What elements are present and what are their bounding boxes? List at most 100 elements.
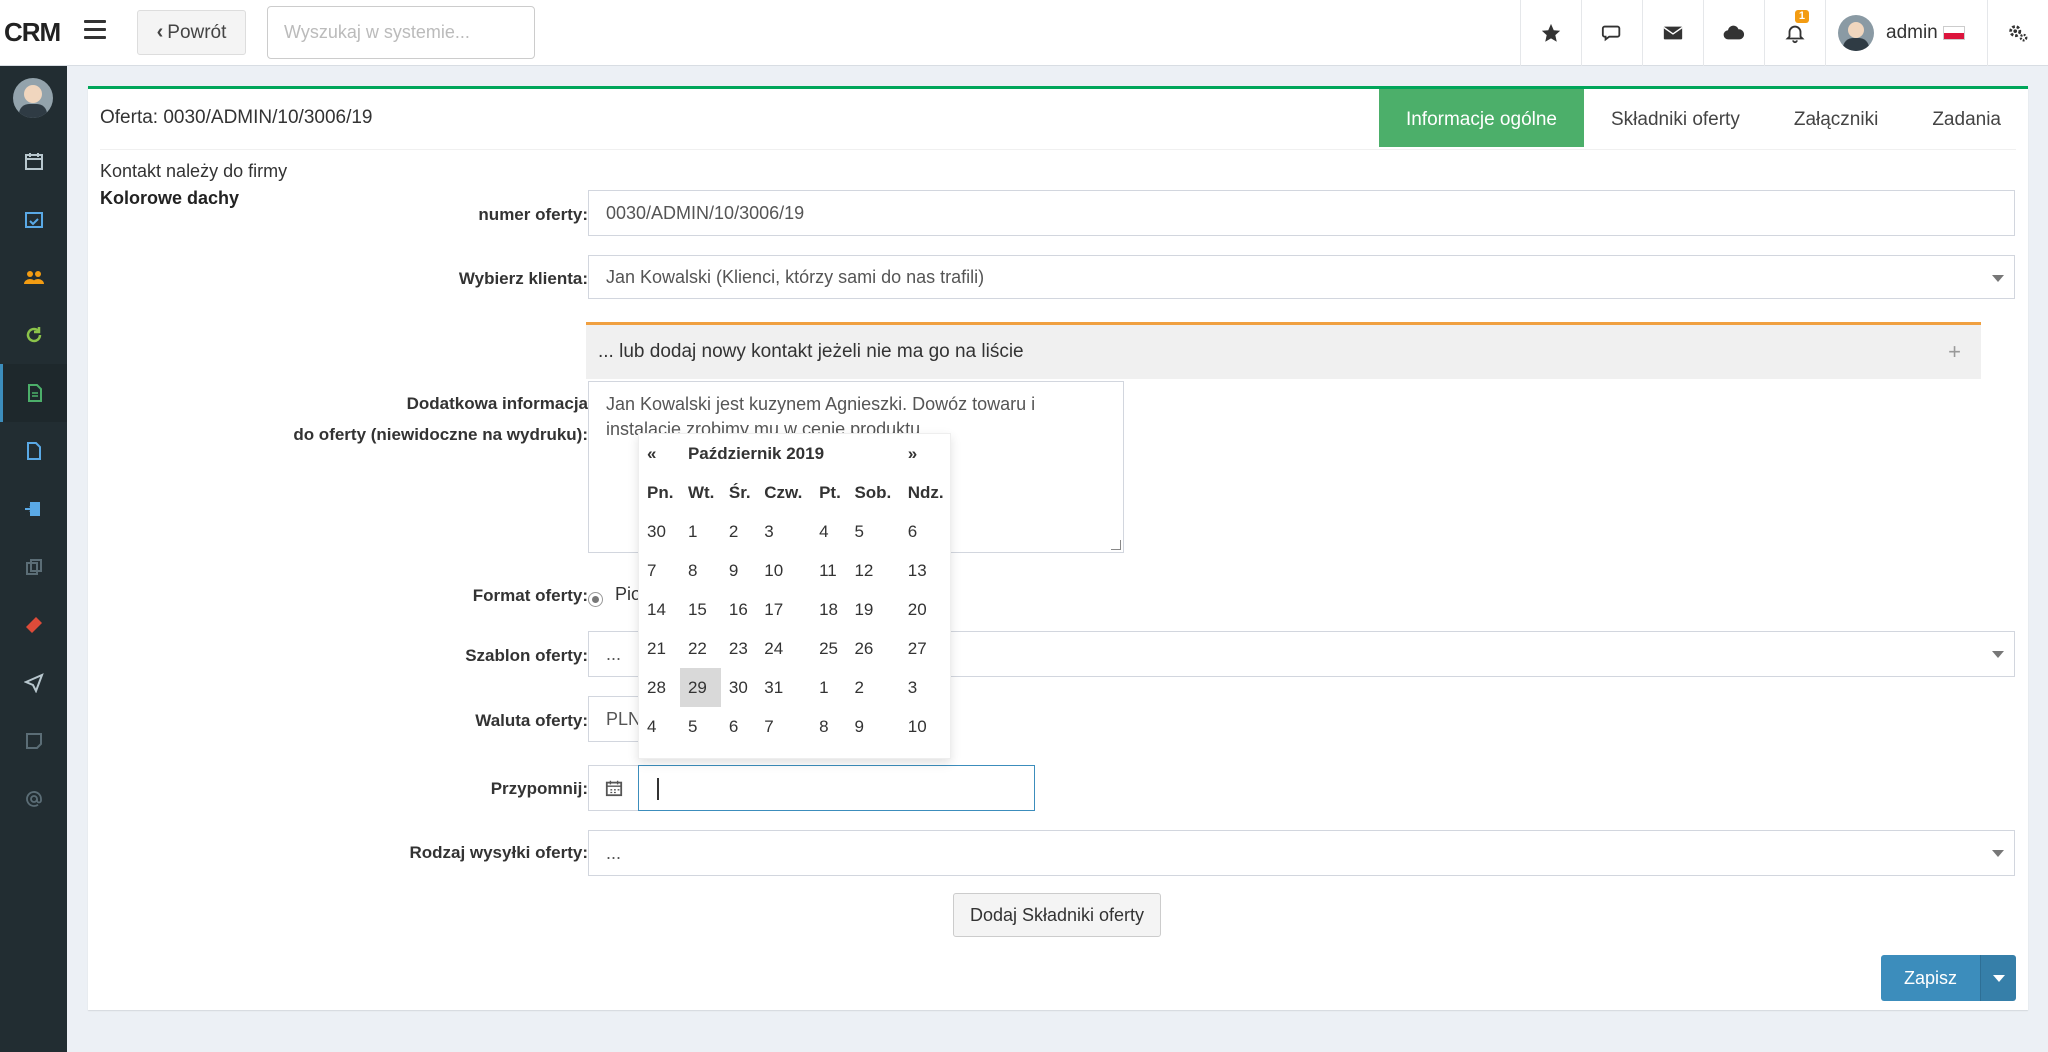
datepicker-day[interactable]: 30: [721, 668, 756, 707]
datepicker-day[interactable]: 25: [811, 629, 846, 668]
datepicker-day[interactable]: 26: [846, 629, 899, 668]
datepicker-day[interactable]: 28: [639, 668, 680, 707]
user-menu[interactable]: admin: [1825, 0, 1987, 66]
datepicker-day[interactable]: 9: [846, 707, 899, 746]
sidebar-item-offers[interactable]: [0, 364, 67, 422]
save-dropdown-toggle[interactable]: [1980, 955, 2016, 1001]
search-input[interactable]: [267, 6, 535, 59]
datepicker-day[interactable]: 20: [900, 590, 952, 629]
datepicker-day[interactable]: 6: [721, 707, 756, 746]
datepicker-day[interactable]: 3: [756, 512, 811, 551]
datepicker-day[interactable]: 12: [846, 551, 899, 590]
tab-tasks[interactable]: Zadania: [1905, 89, 2028, 147]
datepicker-month[interactable]: Październik 2019: [680, 434, 900, 473]
sidebar-avatar[interactable]: [13, 78, 53, 118]
sidebar-item-tickets[interactable]: [0, 596, 67, 654]
tab-offer-items[interactable]: Składniki oferty: [1584, 89, 1767, 147]
datepicker-day[interactable]: 5: [846, 512, 899, 551]
app-logo[interactable]: CRM: [4, 17, 61, 48]
tab-attachments[interactable]: Załączniki: [1767, 89, 1905, 147]
datepicker-day[interactable]: 27: [900, 629, 952, 668]
save-button[interactable]: Zapisz: [1881, 955, 1980, 1001]
template-value: ...: [606, 643, 622, 664]
datepicker-day[interactable]: 11: [811, 551, 846, 590]
datepicker-day[interactable]: 19: [846, 590, 899, 629]
datepicker-day[interactable]: 30: [639, 512, 680, 551]
datepicker-day[interactable]: 6: [900, 512, 952, 551]
datepicker-day[interactable]: 7: [639, 551, 680, 590]
datepicker-day[interactable]: 10: [900, 707, 952, 746]
add-offer-items-button[interactable]: Dodaj Składniki oferty: [953, 893, 1161, 937]
chat-button[interactable]: [1581, 0, 1642, 66]
datepicker-day[interactable]: 14: [639, 590, 680, 629]
datepicker-day[interactable]: 24: [756, 629, 811, 668]
datepicker-day[interactable]: 29: [679, 668, 721, 707]
user-name: admin: [1886, 22, 1938, 43]
settings-button[interactable]: [1987, 0, 2048, 66]
datepicker-day[interactable]: 2: [721, 512, 756, 551]
favorites-button[interactable]: [1520, 0, 1581, 66]
sidebar-item-notes[interactable]: [0, 712, 67, 770]
remind-label: Przypomnij:: [490, 779, 588, 798]
datepicker-day[interactable]: 1: [680, 512, 721, 551]
weekday: Wt.: [687, 482, 715, 502]
datepicker-day[interactable]: 23: [721, 629, 756, 668]
datepicker-day[interactable]: 13: [900, 551, 952, 590]
client-select[interactable]: Jan Kowalski (Klienci, którzy sami do na…: [588, 255, 2015, 299]
resize-handle[interactable]: [1111, 540, 1121, 550]
shipping-select[interactable]: ...: [588, 830, 2015, 876]
sidebar-item-send[interactable]: [0, 654, 67, 712]
back-button[interactable]: ‹ Powrót: [137, 10, 246, 55]
sidebar-item-copy[interactable]: [0, 538, 67, 596]
datepicker-day[interactable]: 4: [811, 512, 846, 551]
datepicker-day[interactable]: 21: [639, 629, 680, 668]
client-value: Jan Kowalski (Klienci, którzy sami do na…: [606, 266, 985, 287]
sidebar-item-email[interactable]: [0, 770, 67, 828]
datepicker-day[interactable]: 9: [721, 551, 756, 590]
sidebar-item-import[interactable]: [0, 480, 67, 538]
sidebar-item-contacts[interactable]: [0, 248, 67, 306]
messages-button[interactable]: [1642, 0, 1703, 66]
datepicker-day[interactable]: 15: [680, 590, 721, 629]
sidebar-item-tasks[interactable]: [0, 190, 67, 248]
datepicker: « Październik 2019 » Pn. Wt. Śr. Czw. Pt…: [638, 433, 951, 759]
datepicker-day[interactable]: 8: [811, 707, 846, 746]
calendar-check-icon: [24, 212, 43, 228]
datepicker-day[interactable]: 17: [756, 590, 811, 629]
datepicker-day[interactable]: 5: [680, 707, 721, 746]
datepicker-next[interactable]: »: [900, 434, 952, 473]
sidebar-item-pdf[interactable]: [0, 422, 67, 480]
format-radio[interactable]: [588, 592, 603, 607]
datepicker-day[interactable]: 18: [811, 590, 846, 629]
plus-icon[interactable]: +: [1948, 339, 1961, 365]
cloud-button[interactable]: [1703, 0, 1764, 66]
datepicker-prev[interactable]: «: [639, 434, 680, 473]
offer-number-field[interactable]: 0030/ADMIN/10/3006/19: [588, 190, 2015, 236]
datepicker-day[interactable]: 16: [721, 590, 756, 629]
copy-icon: [25, 559, 42, 575]
pdf-icon: [26, 442, 41, 460]
datepicker-day[interactable]: 1: [811, 668, 846, 707]
weekday: Śr.: [728, 482, 751, 502]
sidebar-item-sync[interactable]: [0, 306, 67, 364]
datepicker-day[interactable]: 2: [846, 668, 899, 707]
company-name: Kolorowe dachy: [100, 188, 240, 208]
send-icon: [23, 673, 44, 693]
calendar-addon[interactable]: [588, 765, 638, 811]
notifications-button[interactable]: 1: [1764, 0, 1825, 66]
weekday: Pn.: [647, 482, 674, 502]
datepicker-day[interactable]: 31: [756, 668, 811, 707]
datepicker-day[interactable]: 7: [756, 707, 811, 746]
datepicker-day[interactable]: 8: [680, 551, 721, 590]
menu-toggle-icon[interactable]: [84, 20, 106, 44]
new-contact-collapsible[interactable]: ... lub dodaj nowy kontakt jeżeli nie ma…: [586, 322, 1981, 379]
datepicker-day[interactable]: 3: [900, 668, 952, 707]
datepicker-day[interactable]: 22: [680, 629, 721, 668]
datepicker-day[interactable]: 4: [639, 707, 680, 746]
datepicker-day[interactable]: 10: [756, 551, 811, 590]
tab-general-info[interactable]: Informacje ogólne: [1378, 89, 1584, 147]
sidebar-item-calendar[interactable]: [0, 132, 67, 190]
weekday: Czw.: [764, 482, 803, 502]
remind-date-input[interactable]: [638, 765, 1035, 811]
refresh-icon: [26, 327, 41, 343]
